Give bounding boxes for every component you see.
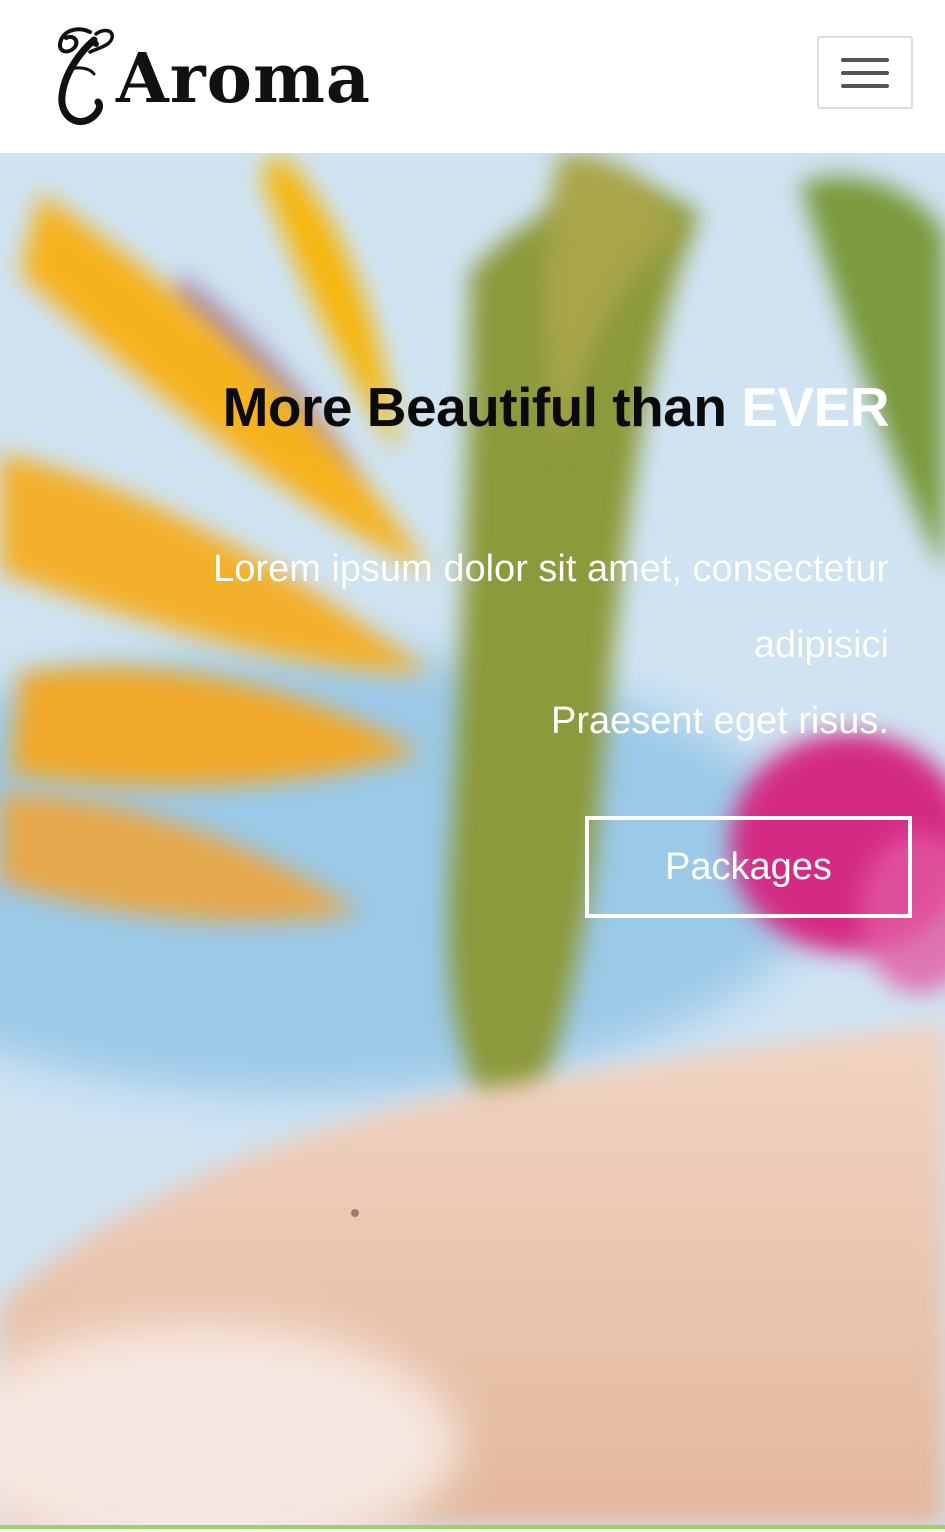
menu-toggle-button[interactable] xyxy=(817,36,913,109)
hero-title: More Beautiful than EVER xyxy=(222,375,890,439)
hero-title-main: More Beautiful than xyxy=(222,376,742,438)
hero-section: More Beautiful than EVER Lorem ipsum dol… xyxy=(0,153,945,1525)
hamburger-menu-icon-bar-3 xyxy=(841,83,889,88)
hero-title-accent: EVER xyxy=(741,376,889,438)
navbar: Aroma xyxy=(0,0,945,153)
brand-logo[interactable]: Aroma xyxy=(50,22,390,130)
page: Aroma More Beautiful than EVER Lorem ips… xyxy=(0,0,945,1532)
brand-name: Aroma xyxy=(116,39,371,119)
packages-button[interactable]: Packages xyxy=(585,816,912,918)
hamburger-menu-icon-bar-2 xyxy=(841,70,889,75)
hamburger-menu-icon-bar-1 xyxy=(841,57,889,62)
hero-subtitle-line-2: Praesent eget risus. xyxy=(551,700,889,742)
bottom-divider xyxy=(0,1525,945,1532)
hero-subtitle-line-1: Lorem ipsum dolor sit amet, consectetur … xyxy=(213,548,889,666)
calligraphic-e-logo-icon xyxy=(57,27,114,125)
